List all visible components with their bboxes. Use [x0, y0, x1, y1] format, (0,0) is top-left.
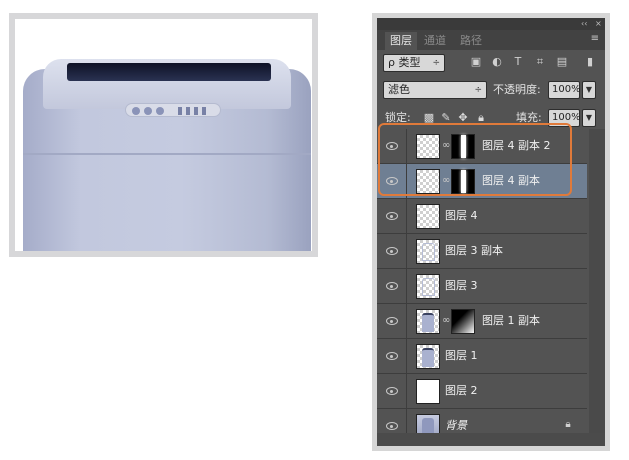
eye-icon [386, 352, 398, 360]
collapse-icon[interactable]: ‹‹ [581, 18, 587, 30]
layer-name[interactable]: 图层 2 [445, 374, 478, 408]
layer-name[interactable]: 图层 1 副本 [482, 304, 540, 338]
filter-kind-select[interactable]: ρ 类型 ÷ [383, 54, 445, 72]
panel-bottom-bar [377, 433, 605, 446]
fill-dropdown-icon[interactable]: ▼ [582, 109, 596, 127]
layer-name[interactable]: 图层 4 [445, 199, 478, 233]
layer-row[interactable]: 图层 1 [377, 339, 587, 374]
padlock-icon: 🔒︎ [565, 419, 571, 430]
product-photo-frame [9, 13, 318, 257]
image-filter-icon[interactable]: ▣ [469, 55, 483, 69]
layer-row[interactable]: 图层 3 副本 [377, 234, 587, 269]
panel-tabs: 图层 通道 路径 ≡ [377, 30, 605, 50]
layer-mask-thumbnail[interactable] [451, 309, 475, 334]
opacity-input[interactable]: 100% [548, 81, 581, 99]
blend-mode-select[interactable]: 滤色 ÷ [383, 81, 487, 99]
control-knob [156, 107, 164, 115]
select-arrow-icon: ÷ [474, 85, 482, 95]
close-icon[interactable]: × [595, 18, 602, 30]
tab-layers[interactable]: 图层 [385, 32, 417, 50]
tab-paths[interactable]: 路径 [455, 32, 487, 50]
type-filter-icon[interactable]: T [511, 55, 525, 69]
smart-object-filter-icon[interactable]: ▤ [555, 55, 569, 69]
control-indicator [186, 107, 190, 115]
layer-thumbnail[interactable] [416, 309, 440, 334]
panel-menu-icon[interactable]: ≡ [591, 33, 599, 44]
filter-toggle-icon[interactable]: ▮ [583, 55, 597, 69]
opacity-dropdown-icon[interactable]: ▼ [582, 81, 596, 99]
layer-thumbnail[interactable] [416, 379, 440, 404]
layer-list-scrollbar[interactable] [589, 129, 605, 433]
machine-control-panel [125, 103, 221, 117]
panel-titlebar[interactable]: ‹‹ × [377, 18, 605, 30]
visibility-toggle[interactable] [377, 269, 407, 303]
layers-panel: ‹‹ × 图层 通道 路径 ≡ ρ 类型 ÷ ▣ ◐ T ⌗ ▤ ▮ 滤色 ÷ [377, 18, 605, 446]
filter-row: ρ 类型 ÷ ▣ ◐ T ⌗ ▤ ▮ [377, 54, 605, 74]
tab-channels[interactable]: 通道 [419, 32, 451, 50]
visibility-toggle[interactable] [377, 304, 407, 338]
control-indicator [194, 107, 198, 115]
eye-icon [386, 422, 398, 430]
layer-name[interactable]: 图层 3 [445, 269, 478, 303]
highlight-box [378, 123, 572, 196]
layer-thumbnail[interactable] [416, 204, 440, 229]
adjustment-filter-icon[interactable]: ◐ [490, 55, 504, 69]
machine-seam [23, 153, 311, 155]
eye-icon [386, 212, 398, 220]
eye-icon [386, 387, 398, 395]
control-indicator [202, 107, 206, 115]
visibility-toggle[interactable] [377, 374, 407, 408]
layer-name[interactable]: 图层 1 [445, 339, 478, 373]
layer-row[interactable]: 图层 4 [377, 199, 587, 234]
layer-row[interactable]: 图层 2 [377, 374, 587, 409]
link-icon[interactable]: ∞ [442, 315, 450, 327]
shape-filter-icon[interactable]: ⌗ [533, 55, 547, 69]
blend-row: 滤色 ÷ 不透明度: 100% ▼ [377, 81, 605, 101]
eye-icon [386, 317, 398, 325]
layer-row[interactable]: 图层 3 [377, 269, 587, 304]
filter-kind-label: ρ 类型 [388, 56, 421, 69]
layer-row[interactable]: ∞ 图层 1 副本 [377, 304, 587, 339]
control-knob [144, 107, 152, 115]
layer-thumbnail[interactable] [416, 239, 440, 264]
layer-thumbnail[interactable] [416, 274, 440, 299]
opacity-label: 不透明度: [493, 83, 541, 96]
layer-name[interactable]: 图层 3 副本 [445, 234, 503, 268]
layers-panel-frame: ‹‹ × 图层 通道 路径 ≡ ρ 类型 ÷ ▣ ◐ T ⌗ ▤ ▮ 滤色 ÷ [372, 13, 610, 451]
machine-lid-window [67, 63, 271, 81]
control-indicator [178, 107, 182, 115]
washing-machine-photo [15, 19, 312, 251]
visibility-toggle[interactable] [377, 199, 407, 233]
visibility-toggle[interactable] [377, 234, 407, 268]
blend-mode-label: 滤色 [388, 83, 410, 96]
eye-icon [386, 247, 398, 255]
select-arrow-icon: ÷ [432, 58, 440, 68]
visibility-toggle[interactable] [377, 339, 407, 373]
control-knob [132, 107, 140, 115]
layer-thumbnail[interactable] [416, 344, 440, 369]
eye-icon [386, 282, 398, 290]
